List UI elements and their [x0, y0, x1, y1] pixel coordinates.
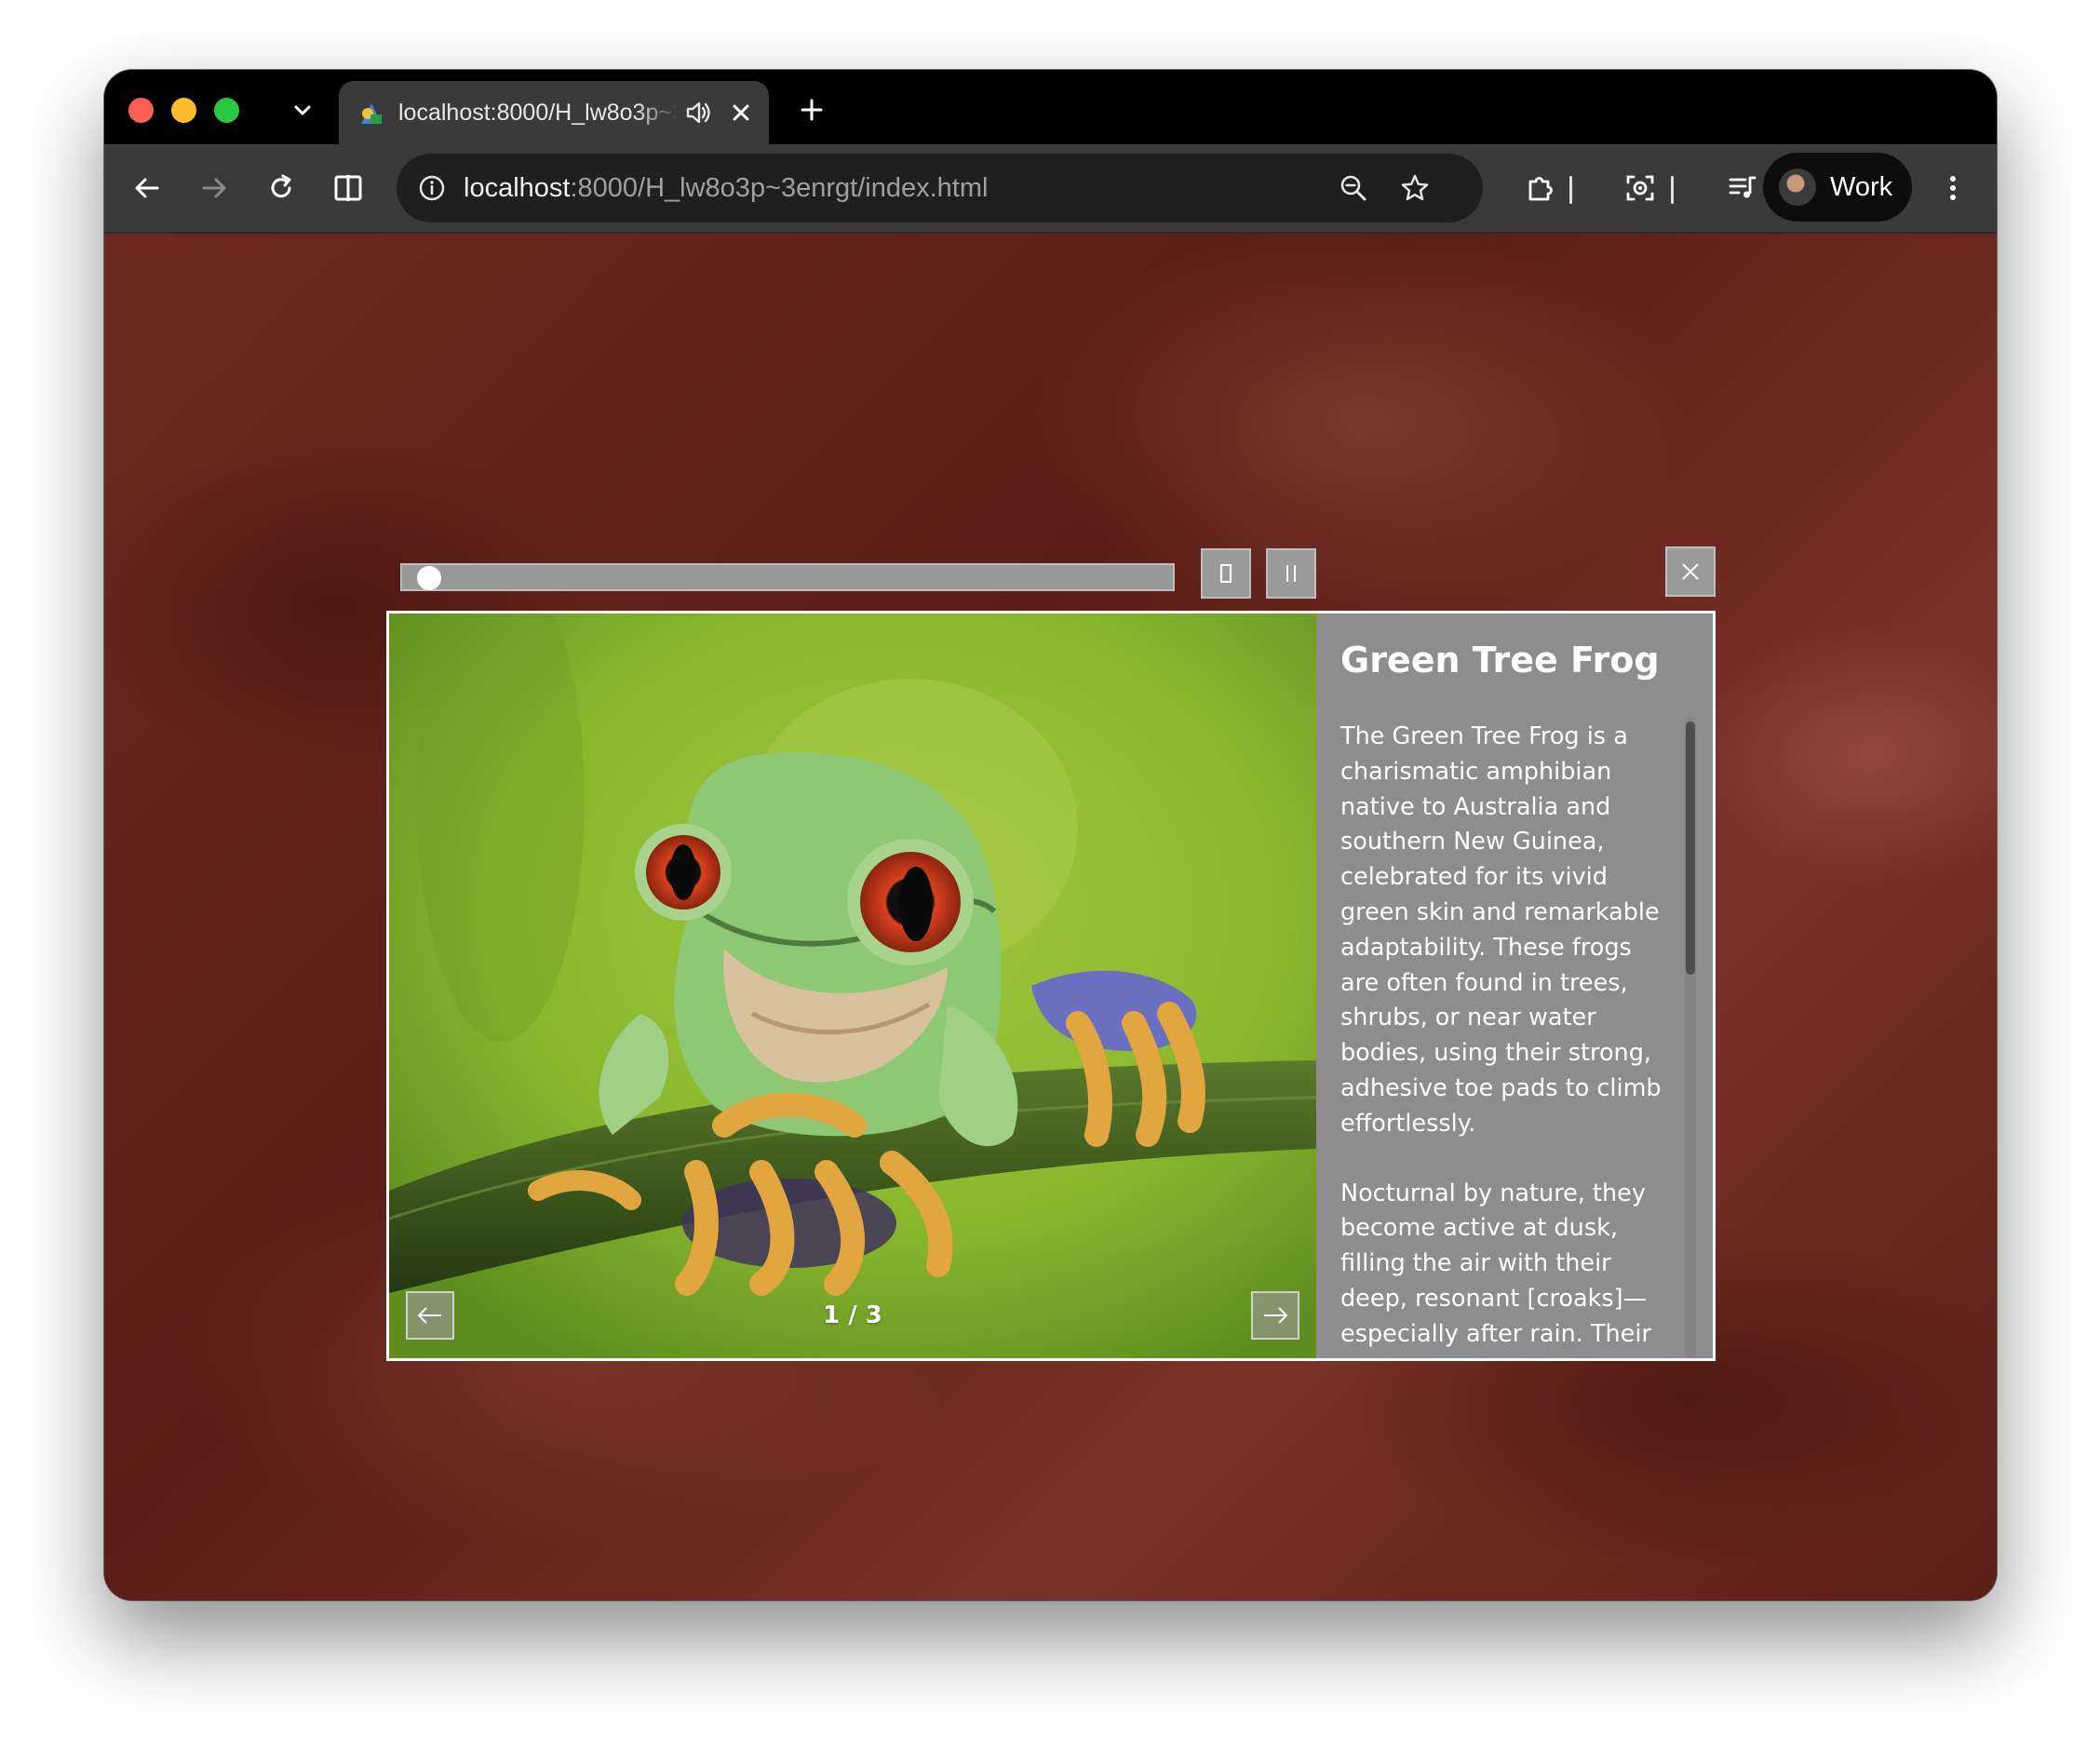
- zoom-button[interactable]: [1331, 166, 1376, 210]
- lightbox-frame: 1 / 3 Green Tree Frog The Green Tree Fro…: [386, 611, 1716, 1361]
- zoom-window-button[interactable]: [214, 98, 239, 123]
- favicon-icon: [361, 103, 382, 124]
- lightbox-close-button[interactable]: [1665, 546, 1716, 597]
- profile-button[interactable]: Work: [1763, 153, 1912, 222]
- music-queue-icon: [1729, 176, 1757, 198]
- site-info-button[interactable]: [410, 166, 454, 210]
- more-vertical-icon: [1950, 176, 1956, 200]
- slide-image: 1 / 3: [389, 613, 1316, 1358]
- url-host: localhost: [464, 173, 571, 203]
- reload-button[interactable]: [259, 166, 303, 210]
- toolbar-divider: [1569, 176, 1572, 204]
- arrow-right-icon: [1264, 1307, 1288, 1324]
- puzzle-piece-icon: [1528, 177, 1553, 201]
- browser-toolbar: localhost:8000/H_lw8o3p~3enrgt/index.htm…: [104, 144, 1997, 234]
- bookmark-button[interactable]: [1393, 166, 1437, 210]
- star-icon: [1401, 174, 1429, 201]
- zoom-out-icon: [1340, 175, 1366, 201]
- pause-button[interactable]: [1266, 548, 1316, 599]
- page-content: 1 / 3 Green Tree Frog The Green Tree Fro…: [104, 234, 1997, 1600]
- screen-capture-button[interactable]: [1618, 166, 1662, 210]
- pause-icon: [1286, 565, 1296, 582]
- profile-name: Work: [1830, 172, 1893, 202]
- toolbar-divider: [1671, 176, 1674, 204]
- caption-scrollbar-thumb[interactable]: [1686, 721, 1695, 975]
- arrow-right-icon: [202, 178, 226, 198]
- extensions-button[interactable]: [1519, 166, 1564, 210]
- slideshow-progress-bar[interactable]: [400, 563, 1175, 591]
- progress-handle[interactable]: [417, 566, 441, 590]
- arrow-left-icon: [417, 1307, 441, 1324]
- side-panel-button[interactable]: [326, 166, 370, 210]
- chevron-down-icon: [294, 105, 311, 115]
- fullscreen-icon: [1220, 564, 1232, 583]
- browser-menu-button[interactable]: [1931, 166, 1975, 210]
- new-tab-button[interactable]: [790, 88, 833, 131]
- capture-icon: [1626, 175, 1654, 201]
- green-tree-frog-photo: [389, 613, 1316, 1358]
- plus-icon: [801, 99, 823, 121]
- previous-slide-button[interactable]: [406, 1291, 454, 1340]
- back-button[interactable]: [125, 166, 169, 210]
- tab-strip: localhost:8000/H_lw8o3p~3enrgt/index.htm…: [104, 70, 1997, 144]
- caption-paragraph: The Green Tree Frog is a charismatic amp…: [1340, 722, 1662, 1138]
- speaker-icon[interactable]: [683, 98, 713, 128]
- reload-icon: [271, 174, 291, 198]
- next-slide-button[interactable]: [1251, 1291, 1299, 1340]
- caption-panel[interactable]: Green Tree Frog The Green Tree Frog is a…: [1316, 613, 1713, 1358]
- caption-description: The Green Tree Frog is a charismatic amp…: [1340, 720, 1666, 1358]
- avatar: [1779, 169, 1816, 206]
- caption-paragraph: Nocturnal by nature, they become active …: [1340, 1179, 1651, 1348]
- slide-counter: 1 / 3: [823, 1301, 882, 1329]
- info-icon: [419, 175, 445, 201]
- tab-search-button[interactable]: [281, 88, 324, 131]
- url-text[interactable]: localhost:8000/H_lw8o3p~3enrgt/index.htm…: [464, 170, 988, 206]
- arrow-left-icon: [135, 178, 159, 198]
- caption-title: Green Tree Frog: [1340, 640, 1660, 681]
- address-bar[interactable]: localhost:8000/H_lw8o3p~3enrgt/index.htm…: [397, 154, 1483, 222]
- browser-window: localhost:8000/H_lw8o3p~3enrgt/index.htm…: [104, 70, 1997, 1600]
- tab-title: localhost:8000/H_lw8o3p~3enrgt/index.htm…: [398, 100, 678, 126]
- close-window-button[interactable]: [128, 98, 154, 123]
- split-view-icon: [334, 175, 362, 201]
- fullscreen-button[interactable]: [1201, 548, 1251, 599]
- close-icon: [1682, 563, 1699, 580]
- close-tab-icon[interactable]: [726, 98, 756, 128]
- forward-button[interactable]: [192, 166, 236, 210]
- url-path: :8000/H_lw8o3p~3enrgt/index.html: [570, 173, 989, 203]
- minimize-window-button[interactable]: [171, 98, 196, 123]
- active-tab[interactable]: localhost:8000/H_lw8o3p~3enrgt/index.htm…: [339, 81, 769, 144]
- media-controls-button[interactable]: [1720, 166, 1765, 210]
